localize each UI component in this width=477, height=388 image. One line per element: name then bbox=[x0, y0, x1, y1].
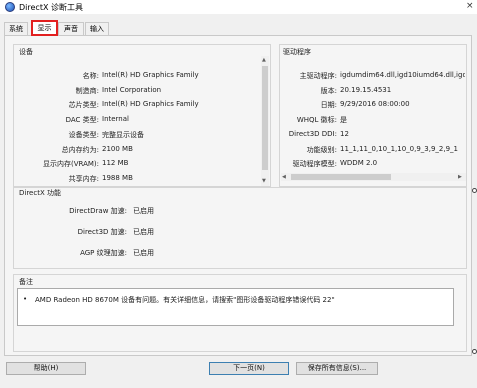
row-label: 制造商: bbox=[75, 86, 99, 95]
row-value: WDDM 2.0 bbox=[340, 159, 378, 168]
row-value: 112 MB bbox=[102, 159, 129, 168]
tab-sound[interactable]: 声音 bbox=[58, 22, 84, 35]
row-label: AGP 纹理加速: bbox=[80, 249, 127, 257]
notes-bullet: • bbox=[23, 295, 28, 303]
row-value: igdumdim64.dll,igd10iumd64.dll,igd1 bbox=[340, 71, 465, 79]
row-value: 1988 MB bbox=[102, 173, 133, 182]
driver-section-title: 驱动程序 bbox=[283, 48, 311, 56]
row-label: 显示内存(VRAM): bbox=[42, 160, 99, 169]
row-label: Direct3D DDI: bbox=[288, 129, 337, 138]
device-scrollbar[interactable]: ▲ ▼ bbox=[261, 56, 269, 186]
tab-system[interactable]: 系统 bbox=[4, 22, 28, 35]
tab-input[interactable]: 输入 bbox=[85, 22, 109, 35]
row-label: 功能级别: bbox=[306, 145, 337, 154]
scrollbar-thumb[interactable] bbox=[262, 66, 268, 170]
notes-item: AMD Radeon HD 8670M 设备有问题。有关详细信息，请搜索"图形设… bbox=[35, 296, 335, 304]
row-label: 设备类型: bbox=[68, 130, 99, 139]
window-edge-handle bbox=[472, 349, 477, 354]
row-value: 已启用 bbox=[133, 249, 154, 257]
notes-textbox[interactable]: • AMD Radeon HD 8670M 设备有问题。有关详细信息，请搜索"图… bbox=[17, 288, 454, 326]
directx-features-title: DirectX 功能 bbox=[19, 189, 61, 197]
triangle-right-icon[interactable]: ▶ bbox=[458, 174, 462, 180]
tab-display[interactable]: 显示 bbox=[31, 20, 58, 36]
row-label: WHQL 徽标: bbox=[296, 116, 337, 125]
row-value: 9/29/2016 08:00:00 bbox=[340, 100, 410, 109]
row-value: 11_1,11_0,10_1,10_0,9_3,9_2,9_1 bbox=[340, 144, 459, 153]
triangle-down-icon[interactable]: ▼ bbox=[262, 178, 266, 184]
row-label: 总内存约为: bbox=[61, 145, 99, 154]
window-title: DirectX 诊断工具 bbox=[19, 3, 83, 12]
row-label: 共享内存: bbox=[68, 174, 99, 183]
driver-scrollbar[interactable]: ◀ ▶ bbox=[281, 173, 466, 181]
close-icon[interactable]: × bbox=[466, 1, 474, 11]
row-value: Internal bbox=[102, 115, 129, 124]
device-section-title: 设备 bbox=[19, 48, 33, 56]
row-label: DirectDraw 加速: bbox=[69, 207, 127, 215]
row-label: Direct3D 加速: bbox=[77, 228, 127, 236]
triangle-left-icon[interactable]: ◀ bbox=[282, 174, 286, 180]
row-value: Intel(R) HD Graphics Family bbox=[102, 100, 199, 109]
row-value: 是 bbox=[340, 116, 347, 125]
triangle-up-icon[interactable]: ▲ bbox=[262, 57, 266, 63]
row-label: DAC 类型: bbox=[65, 116, 99, 125]
save-all-info-button[interactable]: 保存所有信息(S)... bbox=[296, 362, 378, 375]
row-label: 日期: bbox=[320, 101, 337, 110]
window-edge-handle bbox=[472, 188, 477, 193]
notes-section-title: 备注 bbox=[19, 278, 33, 286]
row-value: 完整显示设备 bbox=[102, 130, 144, 139]
row-label: 名称: bbox=[82, 72, 99, 80]
row-value: 2100 MB bbox=[102, 144, 133, 153]
row-value: Intel Corporation bbox=[102, 85, 162, 94]
row-value: 20.19.15.4531 bbox=[340, 85, 392, 94]
row-label: 芯片类型: bbox=[68, 101, 99, 110]
row-label: 版本: bbox=[320, 86, 337, 95]
scrollbar-thumb[interactable] bbox=[291, 174, 391, 180]
next-page-button[interactable]: 下一页(N) bbox=[209, 362, 289, 375]
row-label: 驱动程序模型: bbox=[292, 160, 337, 169]
row-value: 12 bbox=[340, 129, 349, 138]
row-value: Intel(R) HD Graphics Family bbox=[102, 71, 199, 79]
row-label: 主驱动程序: bbox=[299, 72, 337, 80]
row-value: 已启用 bbox=[133, 207, 154, 215]
directx-globe-icon bbox=[5, 2, 15, 12]
row-value: 已启用 bbox=[133, 228, 154, 236]
help-button[interactable]: 帮助(H) bbox=[6, 362, 86, 375]
